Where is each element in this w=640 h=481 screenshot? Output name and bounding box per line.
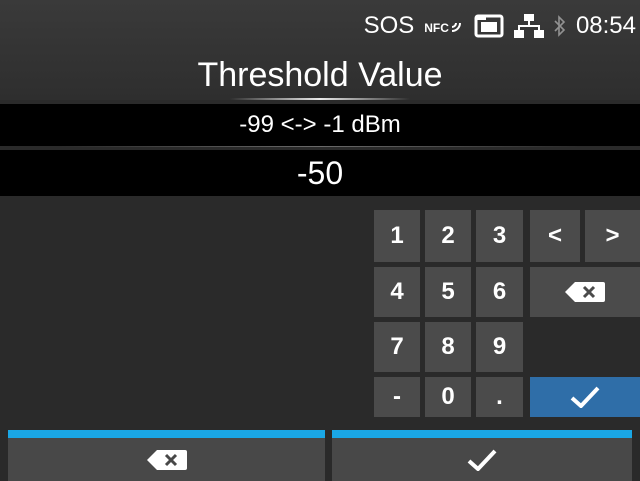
key-8[interactable]: 8	[425, 322, 471, 372]
key-0[interactable]: 0	[425, 377, 471, 417]
backspace-key[interactable]	[530, 267, 640, 317]
enter-key[interactable]	[530, 377, 640, 417]
key-7[interactable]: 7	[374, 322, 420, 372]
numeric-keypad: 1 2 3 < > 4 5 6 7 8 9 - 0 .	[0, 0, 640, 481]
checkmark-icon	[570, 386, 600, 408]
key-5[interactable]: 5	[425, 267, 471, 317]
confirm-button[interactable]	[332, 438, 632, 481]
minus-key[interactable]: -	[374, 377, 420, 417]
key-4[interactable]: 4	[374, 267, 420, 317]
confirm-indicator	[332, 430, 632, 438]
backspace-icon	[146, 449, 187, 470]
cursor-left-key[interactable]: <	[530, 210, 580, 262]
cancel-indicator	[8, 430, 325, 438]
decimal-key[interactable]: .	[476, 377, 523, 417]
key-1[interactable]: 1	[374, 210, 420, 262]
key-9[interactable]: 9	[476, 322, 523, 372]
checkmark-icon	[467, 449, 497, 471]
divider	[325, 430, 332, 481]
key-2[interactable]: 2	[425, 210, 471, 262]
cursor-right-key[interactable]: >	[585, 210, 640, 262]
key-6[interactable]: 6	[476, 267, 523, 317]
back-button[interactable]	[8, 438, 325, 481]
key-3[interactable]: 3	[476, 210, 523, 262]
backspace-icon	[565, 282, 605, 302]
